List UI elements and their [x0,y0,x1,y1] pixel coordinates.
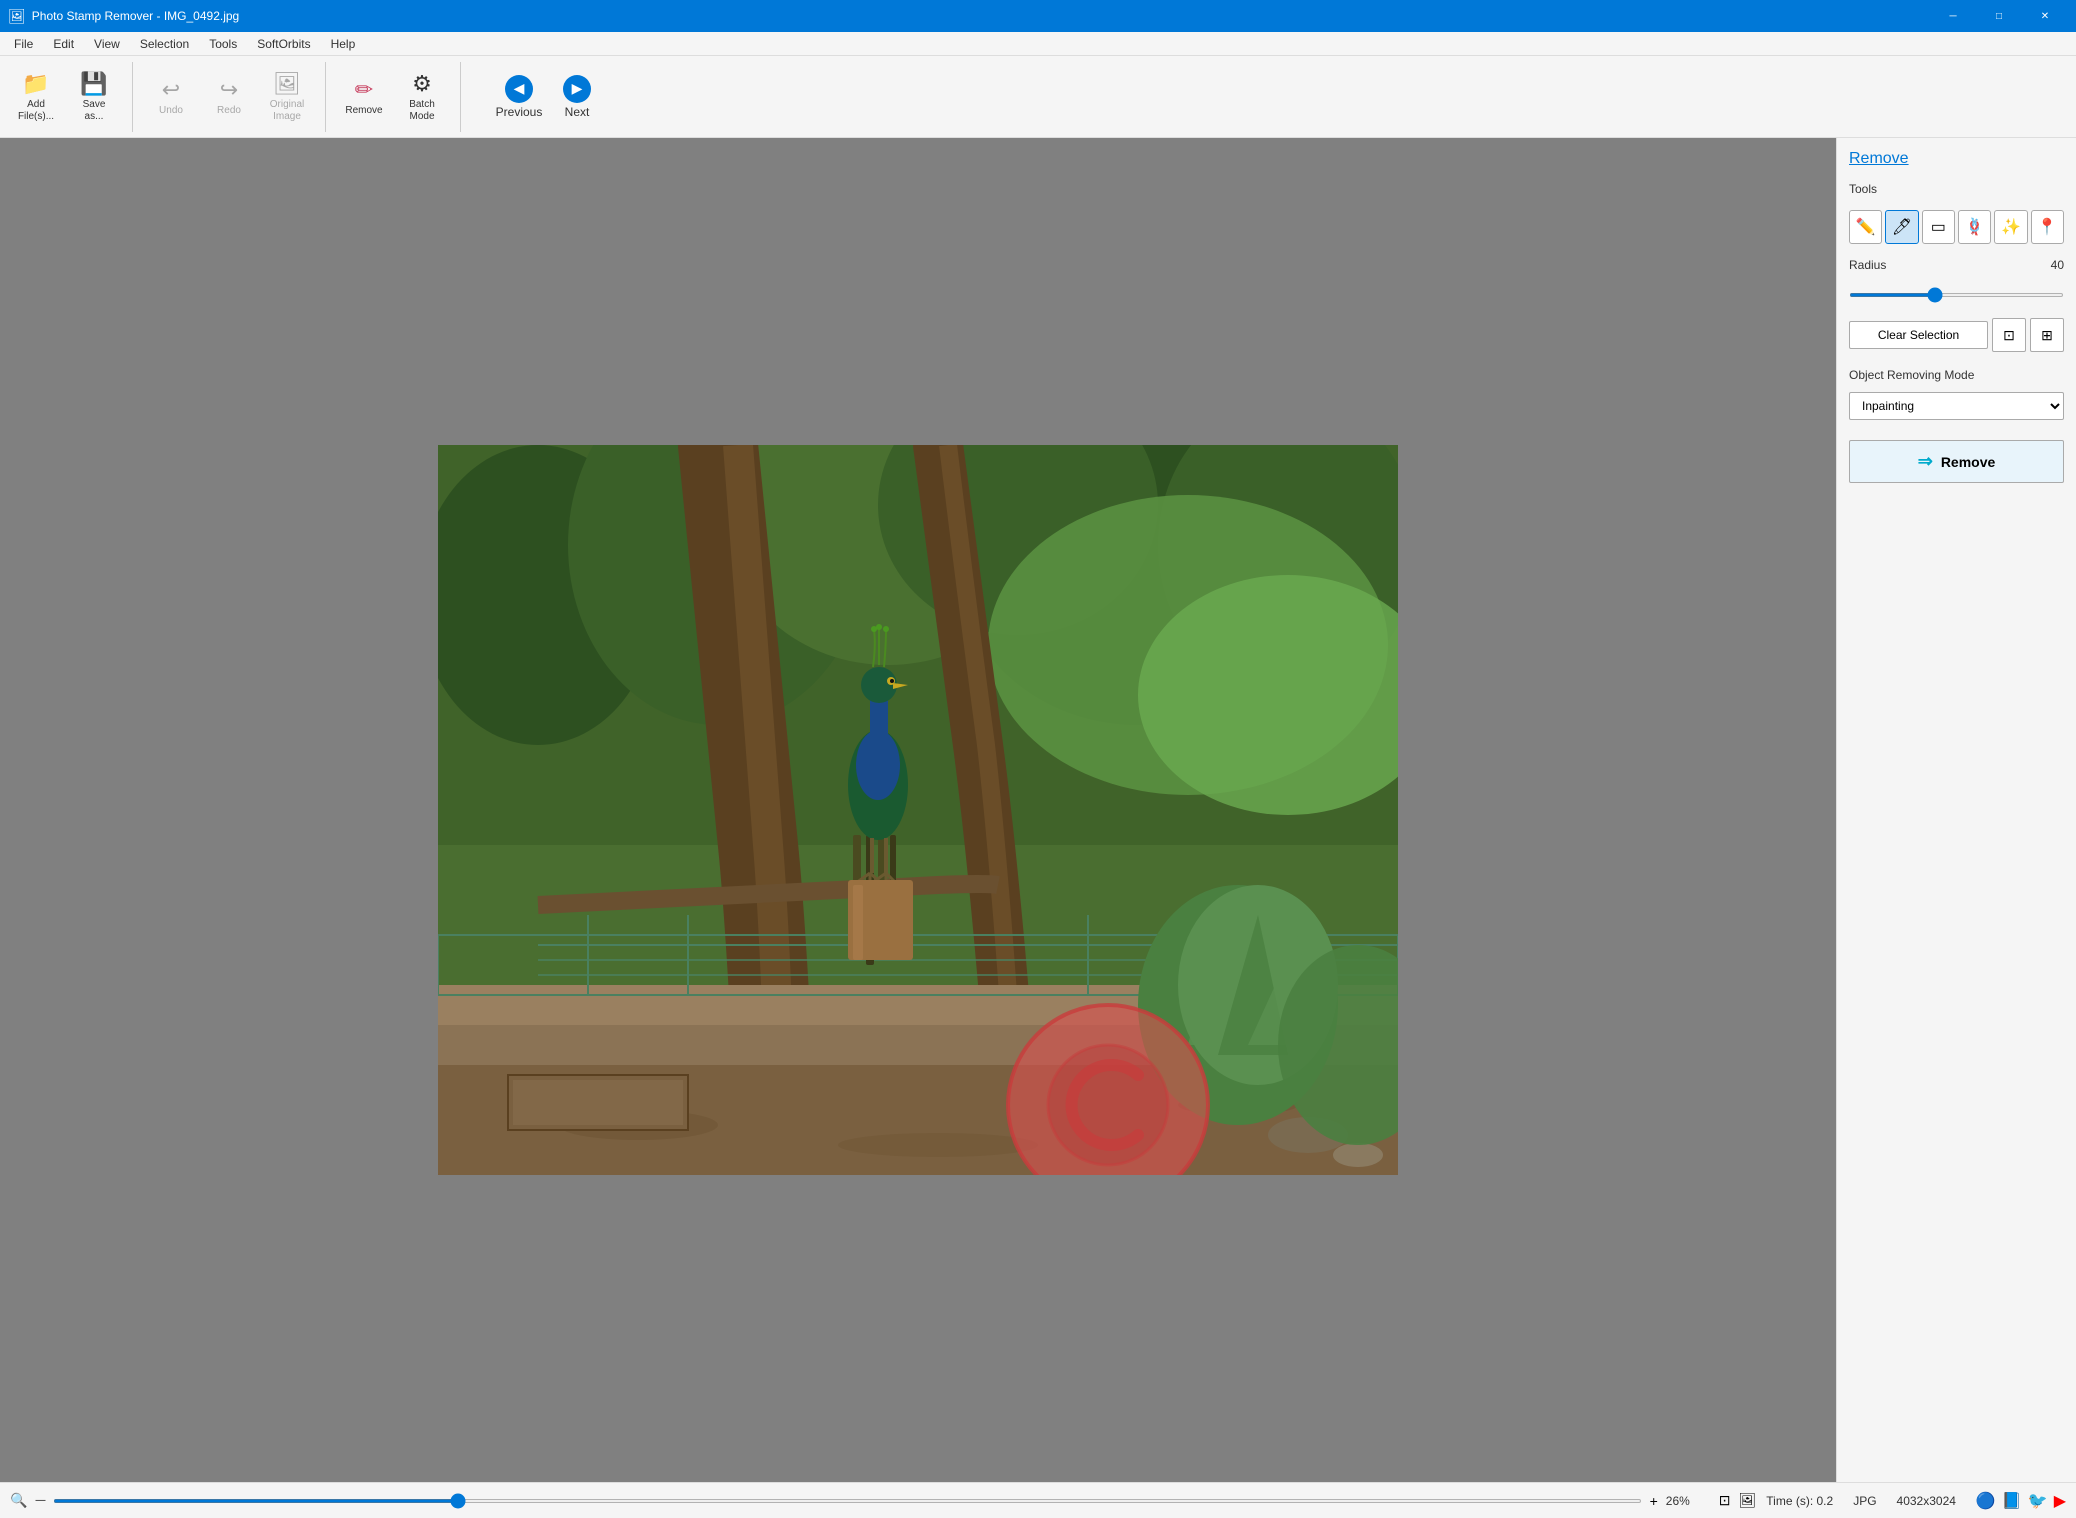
zoom-icon-small: — [35,1495,45,1506]
remove-tool-icon: ✏ [355,77,373,103]
canvas-icon: 🖼 [1739,1492,1757,1509]
radius-value: 40 [2051,258,2064,272]
invert-selection-button[interactable]: ⊞ [2030,318,2064,352]
minimize-button[interactable]: ─ [1930,0,1976,32]
remove-button-label: Remove [1941,454,1995,470]
radius-row: Radius 40 [1849,258,2064,272]
tool-group: ✏ Remove ⚙ BatchMode [336,62,461,132]
redo-label: Redo [217,105,241,117]
next-icon: ▶ [563,75,591,103]
magic-wand-button[interactable]: ✨ [1994,210,2027,244]
lasso-tool-button[interactable]: 🪢 [1958,210,1991,244]
tools-section-label: Tools [1849,182,2064,196]
radius-label: Radius [1849,258,1886,272]
brush-tool-button[interactable]: ✏️ [1849,210,1882,244]
remove-tool-button[interactable]: ✏ Remove [336,65,392,129]
save-as-label: Saveas... [83,99,106,123]
remove-tool-label: Remove [345,105,382,117]
add-files-icon: 📁 [22,71,49,97]
remove-button[interactable]: ⇒ Remove [1849,440,2064,483]
save-as-button[interactable]: 💾 Saveas... [66,65,122,129]
batch-mode-button[interactable]: ⚙ BatchMode [394,65,450,129]
save-as-icon: 💾 [80,71,107,97]
redo-button[interactable]: ↪ Redo [201,65,257,129]
photo-canvas[interactable] [438,445,1398,1175]
next-button[interactable]: ▶ Next [549,65,605,129]
dimensions-info: 4032x3024 [1897,1494,1956,1508]
add-files-button[interactable]: 📁 AddFile(s)... [8,65,64,129]
zoom-out-icon[interactable]: 🔍 [10,1492,27,1509]
add-files-label: AddFile(s)... [18,99,54,123]
format-info: JPG [1853,1494,1876,1508]
menu-help[interactable]: Help [321,32,366,55]
time-info: Time (s): 0.2 [1766,1494,1833,1508]
menu-selection[interactable]: Selection [130,32,199,55]
edit-group: ↩ Undo ↪ Redo 🖼 OriginalImage [143,62,326,132]
navigation-group: ◀ Previous ▶ Next [491,65,605,129]
menu-view[interactable]: View [84,32,130,55]
file-group: 📁 AddFile(s)... 💾 Saveas... [8,62,133,132]
rectangle-tool-button[interactable]: ▭ [1922,210,1955,244]
remove-arrow-icon: ⇒ [1918,451,1933,472]
menu-edit[interactable]: Edit [43,32,84,55]
status-right: Time (s): 0.2 JPG 4032x3024 🔵 📘 🐦 ▶ [1766,1491,2066,1511]
app-icon: 🖼 [8,8,26,25]
menu-tools[interactable]: Tools [199,32,247,55]
youtube-icon[interactable]: ▶ [2054,1491,2066,1511]
maximize-button[interactable]: □ [1976,0,2022,32]
image-container [438,445,1398,1175]
zoom-slider[interactable] [53,1499,1641,1503]
twitter-icon[interactable]: 🐦 [2028,1491,2048,1511]
original-image-icon: 🖼 [273,71,301,97]
undo-label: Undo [159,105,183,117]
tools-row: ✏️ 🖊 ▭ 🪢 ✨ 📍 [1849,210,2064,244]
batch-mode-icon: ⚙ [412,71,432,97]
right-panel: Remove Tools ✏️ 🖊 ▭ 🪢 ✨ 📍 Radius 40 Clea… [1836,138,2076,1482]
previous-label: Previous [496,105,543,119]
selection-mode-icon: ⊡ [1719,1492,1731,1509]
fit-selection-button[interactable]: ⊡ [1992,318,2026,352]
menu-file[interactable]: File [4,32,43,55]
redo-icon: ↪ [220,77,238,103]
facebook-icon[interactable]: 📘 [2002,1491,2022,1511]
original-image-label: OriginalImage [270,99,304,123]
radius-slider[interactable] [1849,293,2064,297]
stamp-detect-button[interactable]: 📍 [2031,210,2064,244]
social-icons: 🔵 📘 🐦 ▶ [1976,1491,2066,1511]
radius-slider-container [1849,286,2064,300]
status-left: 🔍 — + 26% ⊡ 🖼 [10,1492,1756,1509]
previous-icon: ◀ [505,75,533,103]
zoom-percent: 26% [1666,1494,1701,1508]
titlebar: 🖼 Photo Stamp Remover - IMG_0492.jpg ─ □… [0,0,2076,32]
app-title: Photo Stamp Remover - IMG_0492.jpg [32,9,1930,23]
menu-softorbits[interactable]: SoftOrbits [247,32,320,55]
canvas-area[interactable] [0,138,1836,1482]
close-button[interactable]: ✕ [2022,0,2068,32]
object-removing-mode-label: Object Removing Mode [1849,368,2064,382]
main-area: Remove Tools ✏️ 🖊 ▭ 🪢 ✨ 📍 Radius 40 Clea… [0,138,2076,1482]
clear-selection-button[interactable]: Clear Selection [1849,321,1988,349]
original-image-button[interactable]: 🖼 OriginalImage [259,65,315,129]
statusbar: 🔍 — + 26% ⊡ 🖼 Time (s): 0.2 JPG 4032x302… [0,1482,2076,1518]
mode-dropdown[interactable]: Inpainting Content-Aware Fill Blur [1849,392,2064,420]
clear-selection-row: Clear Selection ⊡ ⊞ [1849,318,2064,352]
panel-title: Remove [1849,150,2064,168]
menubar: File Edit View Selection Tools SoftOrbit… [0,32,2076,56]
zoom-in-icon[interactable]: + [1650,1493,1658,1509]
batch-mode-label: BatchMode [409,99,435,123]
toolbar: 📁 AddFile(s)... 💾 Saveas... ↩ Undo ↪ Red… [0,56,2076,138]
softorbits-icon[interactable]: 🔵 [1976,1491,1996,1511]
undo-button[interactable]: ↩ Undo [143,65,199,129]
previous-button[interactable]: ◀ Previous [491,65,547,129]
magic-brush-button[interactable]: 🖊 [1885,210,1918,244]
undo-icon: ↩ [162,77,180,103]
next-label: Next [565,105,590,119]
window-controls: ─ □ ✕ [1930,0,2068,32]
